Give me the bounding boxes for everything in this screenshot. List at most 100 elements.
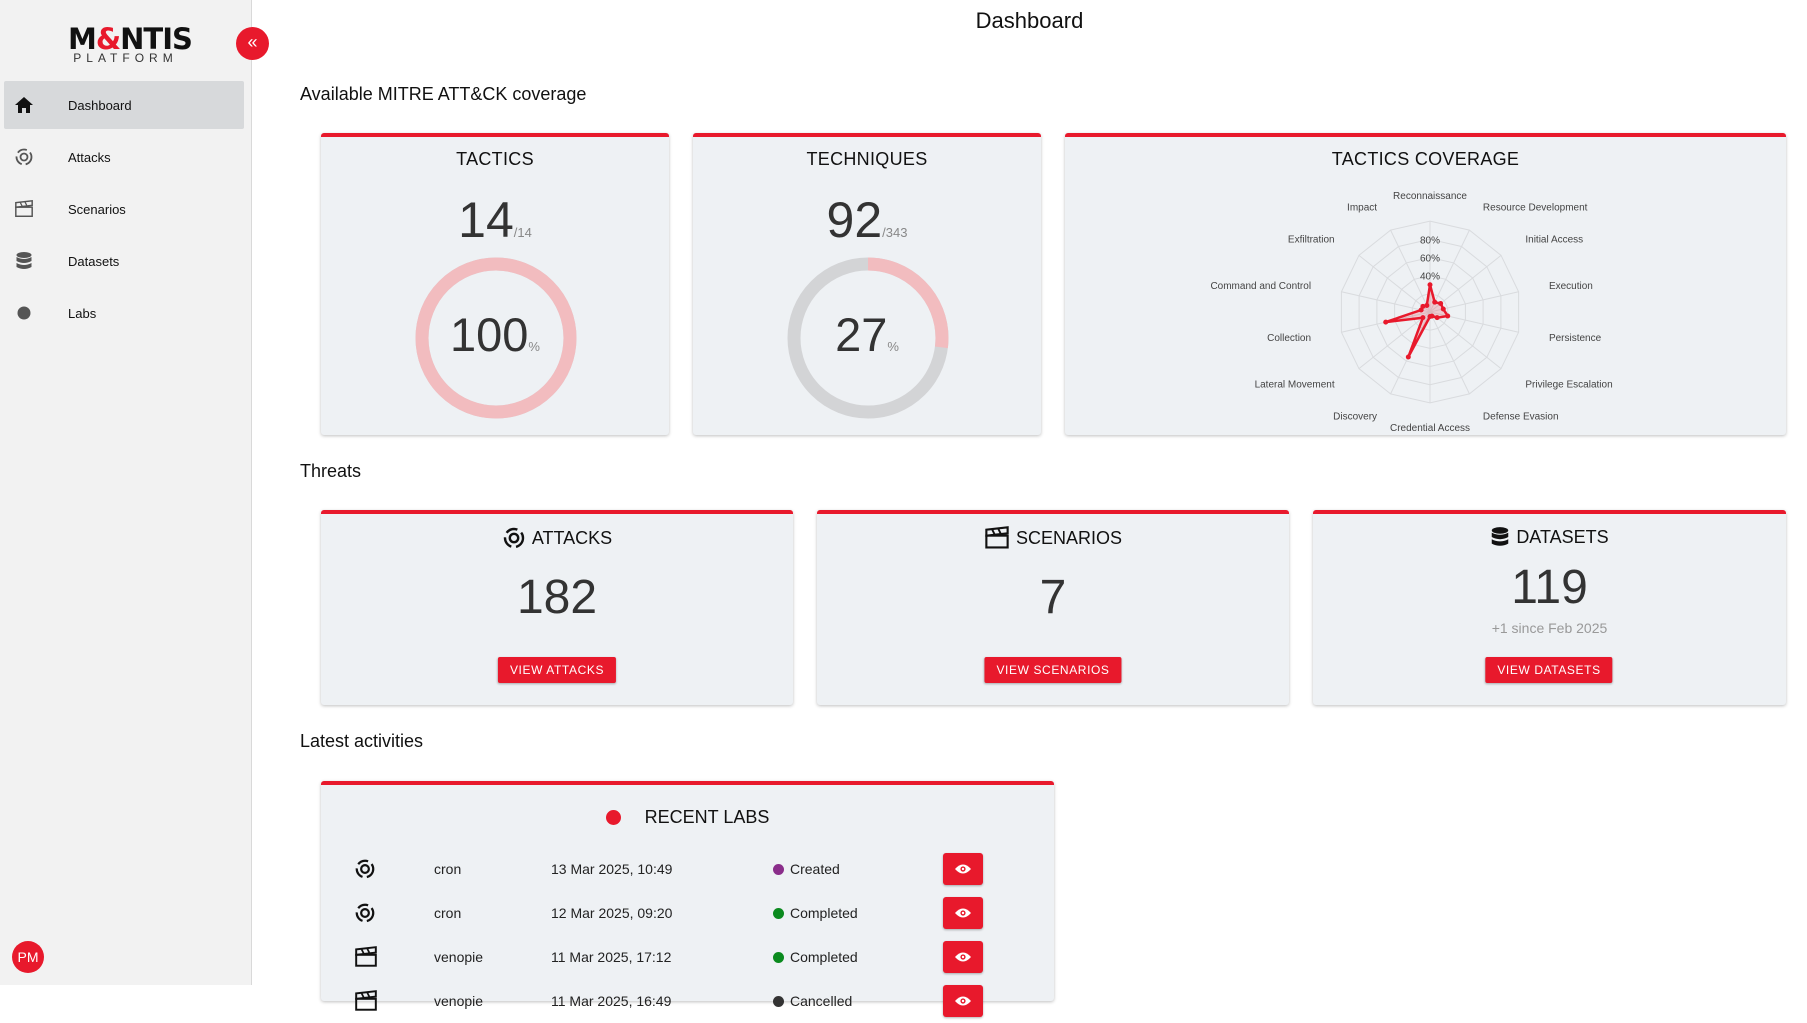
tactics-title: TACTICS — [456, 149, 534, 169]
table-row: venopie 11 Mar 2025, 17:12 Completed — [321, 935, 1054, 979]
sidebar-item-dashboard[interactable]: Dashboard — [4, 81, 244, 129]
status-label: Created — [790, 861, 840, 877]
attacks-title: ATTACKS — [531, 527, 613, 548]
table-row: cron 12 Mar 2025, 09:20 Completed — [321, 891, 1054, 935]
radar-point — [1405, 354, 1411, 360]
radar-category-label: Resource Development — [1483, 202, 1588, 213]
sidebar-item-label: Labs — [68, 305, 97, 321]
view-lab-button[interactable] — [943, 897, 983, 929]
radar-category-label: Defense Evasion — [1483, 412, 1559, 423]
sidebar-item-label: Dashboard — [68, 97, 132, 113]
recent-labs-title: RECENT LABS — [644, 807, 770, 827]
eye-icon — [955, 908, 971, 918]
radar-point — [1383, 319, 1389, 325]
datasets-card: DATASETS 119 +1 since Feb 2025 VIEW DATA… — [1313, 510, 1786, 705]
clapperboard-icon — [985, 526, 1009, 549]
radar-point — [1427, 282, 1433, 288]
activities-section-title: Latest activities — [300, 731, 424, 751]
scenarios-title: SCENARIOS — [1015, 527, 1123, 548]
radar-category-label: Reconnaissance — [1393, 191, 1467, 202]
lab-name: venopie — [434, 993, 484, 1009]
lab-date: 12 Mar 2025, 09:20 — [551, 905, 673, 921]
threats-section-title: Threats — [300, 461, 362, 481]
radar-point — [1424, 302, 1430, 308]
lab-date: 11 Mar 2025, 16:49 — [551, 993, 672, 1009]
lab-status: Created — [773, 847, 840, 891]
radar-point — [1434, 315, 1440, 321]
radar-point — [1445, 313, 1451, 319]
sidebar-item-label: Scenarios — [68, 201, 126, 217]
user-avatar[interactable]: PM — [12, 941, 44, 973]
radar-category-label: Lateral Movement — [1255, 379, 1335, 390]
techniques-count: 92/343 — [826, 192, 908, 248]
lab-status: Cancelled — [773, 979, 852, 1023]
radar-category-label: Initial Access — [1525, 235, 1583, 246]
techniques-card: TECHNIQUES 92/343 27% — [693, 133, 1041, 435]
lab-date: 13 Mar 2025, 10:49 — [551, 861, 673, 877]
clapperboard-icon — [354, 979, 378, 1023]
collapse-sidebar-button[interactable]: « — [236, 27, 269, 60]
view-datasets-button[interactable]: VIEW DATASETS — [1485, 657, 1613, 683]
attack-icon — [354, 891, 376, 935]
status-label: Completed — [790, 905, 858, 921]
tactics-count: 14/14 — [458, 192, 532, 248]
radar-category-label: Collection — [1267, 333, 1311, 344]
eye-icon — [955, 864, 971, 874]
sidebar-item-datasets[interactable]: Datasets — [4, 237, 244, 285]
view-scenarios-button[interactable]: VIEW SCENARIOS — [984, 657, 1122, 683]
datasets-since: +1 since Feb 2025 — [1491, 620, 1608, 636]
radar-point — [1427, 314, 1433, 320]
scenarios-header: SCENARIOS — [817, 526, 1289, 550]
circle-icon — [14, 303, 34, 323]
sidebar-item-scenarios[interactable]: Scenarios — [4, 185, 244, 233]
scenarios-count: 7 — [1039, 571, 1067, 624]
table-row: cron 13 Mar 2025, 10:49 Created — [321, 847, 1054, 891]
app-logo[interactable]: M&NTIS PLATFORM — [68, 24, 193, 64]
lab-name: cron — [434, 905, 462, 921]
status-dot — [773, 952, 784, 963]
view-lab-button[interactable] — [943, 853, 983, 885]
coverage-section-title: Available MITRE ATT&CK coverage — [300, 84, 587, 104]
radar-point — [1432, 299, 1438, 305]
lab-date: 11 Mar 2025, 17:12 — [551, 949, 672, 965]
scenarios-card: SCENARIOS 7 VIEW SCENARIOS — [817, 510, 1289, 705]
radar-category-label: Discovery — [1333, 412, 1377, 423]
database-icon — [14, 251, 34, 271]
attacks-header: ATTACKS — [321, 526, 793, 550]
tactics-card: TACTICS 14/14 100% — [321, 133, 669, 435]
radar-category-label: Impact — [1347, 202, 1377, 213]
attacks-count: 182 — [516, 571, 598, 624]
radar-category-label: Credential Access — [1390, 423, 1470, 434]
sidebar-item-attacks[interactable]: Attacks — [4, 133, 244, 181]
lab-status: Completed — [773, 891, 858, 935]
sidebar-item-label: Datasets — [68, 253, 120, 269]
eye-icon — [955, 996, 971, 1006]
radar-chart: 40% 60% 80% Reconnaissance Resource Developm… — [1210, 191, 1612, 434]
view-attacks-button[interactable]: VIEW ATTACKS — [497, 657, 617, 683]
page-title: Dashboard — [975, 8, 1084, 33]
status-dot — [773, 908, 784, 919]
sidebar: M&NTIS PLATFORM Dashboard Attacks Scenar… — [0, 0, 252, 985]
radar-tick-label: 80% — [1420, 235, 1440, 246]
lab-status: Completed — [773, 935, 858, 979]
status-label: Cancelled — [790, 993, 853, 1009]
attacks-card: ATTACKS 182 VIEW ATTACKS — [321, 510, 793, 705]
datasets-count: 119 — [1511, 561, 1588, 614]
sidebar-item-labs[interactable]: Labs — [4, 289, 244, 337]
radar-point — [1420, 315, 1426, 321]
recent-labs-card: RECENT LABS cron 13 Mar 2025, 10:49 Create… — [321, 781, 1054, 1017]
radar-category-label: Execution — [1549, 281, 1593, 292]
view-lab-button[interactable] — [943, 941, 983, 973]
datasets-title: DATASETS — [1516, 526, 1609, 547]
recent-labs-header: RECENT LABS — [321, 807, 1054, 828]
table-row: venopie 11 Mar 2025, 16:49 Cancelled — [321, 979, 1054, 1023]
attack-icon — [354, 847, 376, 891]
radar-category-label: Exfiltration — [1288, 235, 1335, 246]
radar-category-label: Persistence — [1549, 333, 1602, 344]
radar-point — [1440, 306, 1446, 312]
circle-icon — [605, 810, 621, 825]
lab-name: cron — [434, 861, 462, 877]
database-icon — [1492, 527, 1509, 546]
view-lab-button[interactable] — [943, 985, 983, 1017]
eye-icon — [955, 952, 971, 962]
